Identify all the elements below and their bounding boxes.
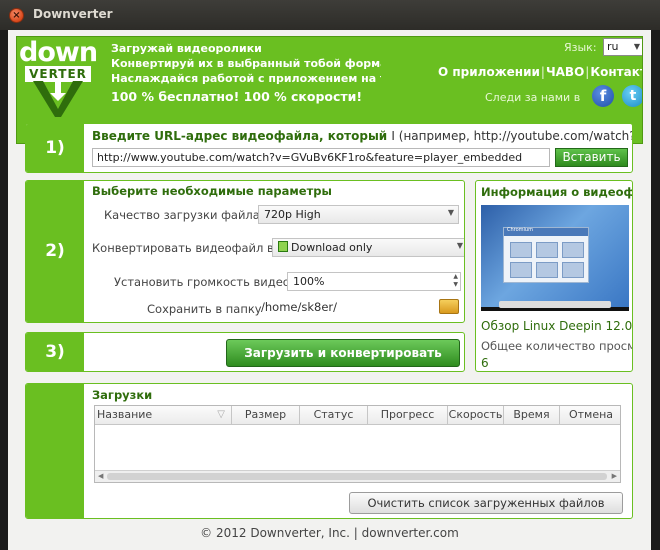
window-title: Downverter — [33, 7, 113, 21]
scrollbar-thumb[interactable] — [107, 473, 607, 480]
download-icon — [278, 241, 288, 252]
scroll-left-icon[interactable]: ◀ — [98, 471, 103, 482]
params-title: Выберите необходимые параметры — [92, 184, 332, 198]
logo-arrow-icon — [33, 81, 83, 117]
column-speed[interactable]: Скорость — [448, 406, 504, 425]
thumbnail-tile — [536, 242, 558, 258]
thumbnail-tile — [510, 262, 532, 278]
step2-number: 2) — [26, 181, 84, 322]
views-count: 6 — [481, 356, 489, 370]
url-prompt-cut: I ( — [391, 129, 404, 143]
promo-line-3: Наслаждайся работой с приложением на тв — [111, 72, 381, 85]
downloads-sidebar — [26, 384, 84, 518]
thumbnail-browser-label: Chromium — [507, 227, 533, 233]
language-label: Язык: — [564, 41, 597, 54]
volume-label: Установить громкость видео — [114, 275, 290, 289]
volume-spinner[interactable]: 100% ▲ ▼ — [287, 272, 461, 291]
chevron-down-icon: ▼ — [456, 241, 463, 250]
promo-line-2: Конвертируй их в выбранный тобой формат — [111, 57, 381, 70]
views-label: Общее количество просмо — [481, 339, 633, 353]
spinner-arrows-icon[interactable]: ▲ ▼ — [453, 273, 458, 289]
thumbnail-tile — [510, 242, 532, 258]
video-review-link[interactable]: Обзор Linux Deepin 12.0 — [481, 319, 632, 333]
column-progress[interactable]: Прогресс — [368, 406, 448, 425]
promo-line-1: Загружай видеоролики — [111, 42, 262, 55]
link-separator: | — [585, 65, 590, 79]
thumbnail-tile — [562, 242, 584, 258]
video-thumbnail[interactable]: Chromium — [481, 205, 629, 311]
column-time[interactable]: Время — [504, 406, 560, 425]
link-contacts[interactable]: Контакты — [590, 65, 642, 79]
facebook-icon[interactable]: f — [592, 85, 614, 107]
top-links: О приложении|ЧАВО|Контакты — [438, 65, 642, 79]
step3-panel: 3) Загрузить и конвертировать — [25, 332, 465, 372]
chevron-down-icon: ▼ — [633, 42, 640, 51]
language-select[interactable]: ru ▼ — [603, 38, 642, 56]
horizontal-scrollbar[interactable]: ◀ ▶ — [95, 470, 620, 482]
link-separator: | — [540, 65, 545, 79]
step3-number: 3) — [26, 333, 84, 371]
folder-label: Сохранить в папку — [147, 302, 262, 316]
footer-text: © 2012 Downverter, Inc. | downverter.com — [200, 526, 459, 540]
step2-panel: 2) Выберите необходимые параметры Качест… — [25, 180, 465, 323]
convert-label: Конвертировать видеофайл в — [92, 241, 274, 255]
thumbnail-tile — [536, 262, 558, 278]
close-icon[interactable]: × — [9, 8, 24, 23]
promo-free-line: 100 % бесплатно! 100 % скорости! — [111, 89, 363, 104]
url-input[interactable]: http://www.youtube.com/watch?v=GVuBv6KF1… — [92, 148, 550, 167]
clear-downloads-button[interactable]: Очистить список загруженных файлов — [349, 492, 623, 514]
window-titlebar: × Downverter — [0, 0, 660, 30]
downverter-logo: down VERTER — [19, 37, 98, 119]
downloads-title: Загрузки — [92, 388, 153, 402]
table-header: Название ▽ Размер Статус Прогресс Скорос… — [95, 406, 620, 425]
video-info-panel: Информация о видеофа Chromium Обзор Linu… — [475, 180, 633, 372]
review-prefix: Обзор — [481, 319, 520, 333]
review-title: Linux Deepin 12.0 — [523, 319, 633, 333]
step1-panel: 1) Введите URL-адрес видеофайла, который… — [25, 123, 633, 173]
thumbnail-dock — [499, 301, 611, 308]
thumbnail-browser-window: Chromium — [503, 227, 589, 283]
link-faq[interactable]: ЧАВО — [546, 65, 584, 79]
url-example: например, http://youtube.com/watch?v=8wr — [403, 129, 632, 143]
promo-text: Загружай видеоролики Конвертируй их в вы… — [111, 41, 381, 104]
link-about[interactable]: О приложении — [438, 65, 540, 79]
quality-value: 720p High — [264, 208, 321, 221]
chevron-down-icon: ▼ — [447, 208, 454, 217]
format-value: Download only — [291, 241, 373, 254]
thumbnail-tile — [562, 262, 584, 278]
column-cancel[interactable]: Отмена — [560, 406, 622, 425]
quality-select[interactable]: 720p High ▼ — [258, 205, 459, 224]
folder-path: /home/sk8er/ — [261, 300, 337, 314]
downloads-panel: Загрузки Название ▽ Размер Статус Прогре… — [25, 383, 633, 519]
column-name-label: Название — [97, 408, 153, 421]
column-size[interactable]: Размер — [232, 406, 300, 425]
volume-value: 100% — [293, 275, 325, 288]
language-value: ru — [607, 40, 619, 53]
sort-icon: ▽ — [217, 409, 225, 420]
scroll-right-icon[interactable]: ▶ — [612, 471, 617, 482]
folder-icon[interactable] — [439, 299, 459, 314]
logo-text-top: down — [19, 37, 98, 68]
follow-us-text: Следи за нами в — [485, 91, 581, 104]
download-convert-button[interactable]: Загрузить и конвертировать — [226, 339, 460, 367]
url-prompt-text: Введите URL-адрес видеофайла, который — [92, 129, 388, 143]
column-status[interactable]: Статус — [300, 406, 368, 425]
video-info-title: Информация о видеофа — [481, 185, 633, 199]
format-select[interactable]: Download only ▼ — [272, 238, 464, 257]
paste-button[interactable]: Вставить — [555, 148, 628, 167]
twitter-icon[interactable]: t — [622, 85, 642, 107]
column-name[interactable]: Название ▽ — [95, 406, 232, 425]
downloads-table[interactable]: Название ▽ Размер Статус Прогресс Скорос… — [94, 405, 621, 483]
quality-label: Качество загрузки файла — [104, 208, 260, 222]
step1-number: 1) — [26, 124, 84, 172]
url-prompt: Введите URL-адрес видеофайла, который I … — [92, 129, 632, 143]
app-window: down VERTER Загружай видеоролики Конверт… — [8, 30, 651, 550]
